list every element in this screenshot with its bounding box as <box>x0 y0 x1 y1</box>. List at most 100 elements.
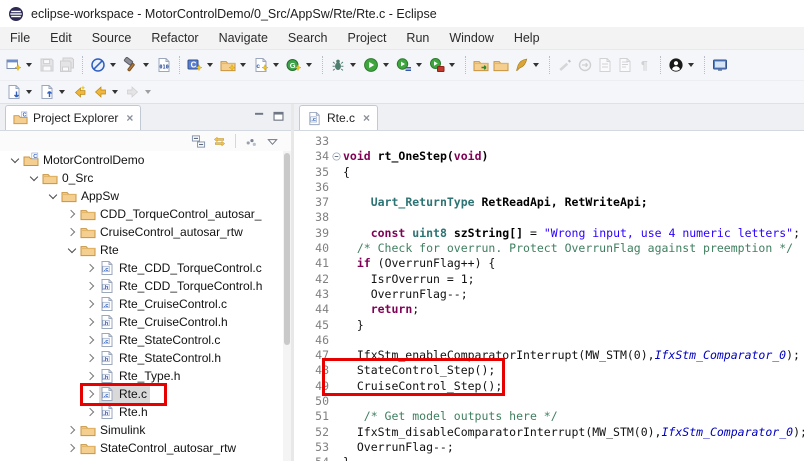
dropdown-arrow-icon[interactable] <box>449 63 455 67</box>
tree-item-rte-h[interactable]: .hRte.h <box>0 403 283 421</box>
code-line-45[interactable]: 45 } <box>294 318 804 333</box>
code-line-54[interactable]: 54} <box>294 455 804 461</box>
user-account-button[interactable] <box>666 53 699 77</box>
tree-item-rte[interactable]: Rte <box>0 241 283 259</box>
maximize-view-button[interactable] <box>272 110 285 123</box>
dropdown-arrow-icon[interactable] <box>112 90 118 94</box>
next-annotation-button[interactable] <box>4 80 37 104</box>
code-line-42[interactable]: 42 IsrOverrun = 1; <box>294 272 804 287</box>
view-filters-button[interactable] <box>243 133 260 150</box>
build-button[interactable] <box>121 53 154 77</box>
tree-item-rte-statecontrol-c[interactable]: .cRte_StateControl.c <box>0 331 283 349</box>
dropdown-arrow-icon[interactable] <box>383 63 389 67</box>
run-button[interactable] <box>361 53 394 77</box>
dropdown-arrow-icon[interactable] <box>207 63 213 67</box>
chevron-down-icon[interactable] <box>9 154 21 166</box>
code-line-34[interactable]: 34void rt_OneStep(void) <box>294 149 804 164</box>
code-line-39[interactable]: 39 const uint8 szString[] = "Wrong input… <box>294 226 804 241</box>
scrollbar-thumb[interactable] <box>284 153 290 345</box>
code-line-35[interactable]: 35{ <box>294 165 804 180</box>
fold-collapse-icon[interactable] <box>329 149 343 164</box>
tree-item-simulink[interactable]: Simulink <box>0 421 283 439</box>
menu-source[interactable]: Source <box>82 28 142 48</box>
code-line-40[interactable]: 40 /* Check for overrun. Protect Overrun… <box>294 241 804 256</box>
chevron-right-icon[interactable] <box>66 226 78 238</box>
code-line-38[interactable]: 38 <box>294 210 804 225</box>
menu-run[interactable]: Run <box>396 28 439 48</box>
code-line-47[interactable]: 47 IfxStm_enableComparatorInterrupt(MW_S… <box>294 348 804 363</box>
tree-item-rte-cruisecontrol-c[interactable]: .cRte_CruiseControl.c <box>0 295 283 313</box>
menu-project[interactable]: Project <box>338 28 397 48</box>
tree-item-cruisecontrol-autosar-rtw[interactable]: CruiseControl_autosar_rtw <box>0 223 283 241</box>
import-project-button[interactable] <box>471 53 491 77</box>
dropdown-arrow-icon[interactable] <box>273 63 279 67</box>
chevron-right-icon[interactable] <box>66 442 78 454</box>
skip-all-breakpoints-button[interactable] <box>88 53 121 77</box>
chevron-down-icon[interactable] <box>66 244 78 256</box>
chevron-down-icon[interactable] <box>28 172 40 184</box>
tree-item-rte-cdd-torquecontrol-c[interactable]: .cRte_CDD_TorqueControl.c <box>0 259 283 277</box>
code-line-33[interactable]: 33 <box>294 134 804 149</box>
code-line-43[interactable]: 43 OverrunFlag--; <box>294 287 804 302</box>
dropdown-arrow-icon[interactable] <box>533 63 539 67</box>
dropdown-arrow-icon[interactable] <box>26 63 32 67</box>
chevron-right-icon[interactable] <box>85 316 97 328</box>
code-line-37[interactable]: 37 Uart_ReturnType RetReadApi, RetWriteA… <box>294 195 804 210</box>
close-editor-icon[interactable]: × <box>363 111 370 125</box>
dropdown-arrow-icon[interactable] <box>26 90 32 94</box>
chevron-right-icon[interactable] <box>66 208 78 220</box>
menu-edit[interactable]: Edit <box>40 28 82 48</box>
menu-window[interactable]: Window <box>439 28 503 48</box>
menu-help[interactable]: Help <box>504 28 550 48</box>
open-console-button[interactable] <box>710 53 730 77</box>
generate-code-button[interactable]: G <box>284 53 317 77</box>
chevron-right-icon[interactable] <box>85 334 97 346</box>
new-c-file-button[interactable]: c <box>251 53 284 77</box>
tree-item-0-src[interactable]: 0_Src <box>0 169 283 187</box>
code-line-51[interactable]: 51 /* Get model outputs here */ <box>294 409 804 424</box>
menu-file[interactable]: File <box>0 28 40 48</box>
build-binary-button[interactable]: 010 <box>154 53 174 77</box>
open-folder-button[interactable] <box>491 53 511 77</box>
dropdown-arrow-icon[interactable] <box>240 63 246 67</box>
menu-search[interactable]: Search <box>278 28 338 48</box>
dropdown-arrow-icon[interactable] <box>688 63 694 67</box>
last-edit-location-button[interactable] <box>70 80 90 104</box>
dropdown-arrow-icon[interactable] <box>110 63 116 67</box>
code-line-52[interactable]: 52 IfxStm_disableComparatorInterrupt(MW_… <box>294 425 804 440</box>
tab-rte-c[interactable]: .c Rte.c × <box>299 105 378 130</box>
open-element-button[interactable] <box>511 53 544 77</box>
dropdown-arrow-icon[interactable] <box>416 63 422 67</box>
chevron-right-icon[interactable] <box>85 262 97 274</box>
chevron-right-icon[interactable] <box>85 370 97 382</box>
chevron-right-icon[interactable] <box>85 388 97 400</box>
back-button[interactable] <box>90 80 123 104</box>
close-view-icon[interactable]: × <box>126 111 133 125</box>
dropdown-arrow-icon[interactable] <box>306 63 312 67</box>
chevron-right-icon[interactable] <box>66 424 78 436</box>
new-wizard-button[interactable] <box>4 53 37 77</box>
code-line-53[interactable]: 53 OverrunFlag--; <box>294 440 804 455</box>
explorer-scrollbar[interactable] <box>283 151 291 461</box>
code-editor[interactable]: 3334void rt_OneStep(void)35{3637 Uart_Re… <box>294 132 804 461</box>
menu-refactor[interactable]: Refactor <box>141 28 208 48</box>
code-line-36[interactable]: 36 <box>294 180 804 195</box>
tree-item-motorcontroldemo[interactable]: CMotorControlDemo <box>0 151 283 169</box>
link-with-editor-button[interactable] <box>211 133 228 150</box>
code-line-49[interactable]: 49 CruiseControl_Step(); <box>294 379 804 394</box>
chevron-right-icon[interactable] <box>85 406 97 418</box>
dropdown-arrow-icon[interactable] <box>59 90 65 94</box>
chevron-down-icon[interactable] <box>47 190 59 202</box>
tree-item-rte-type-h[interactable]: .hRte_Type.h <box>0 367 283 385</box>
code-line-46[interactable]: 46 <box>294 333 804 348</box>
coverage-button[interactable] <box>394 53 427 77</box>
external-tools-button[interactable] <box>427 53 460 77</box>
previous-annotation-button[interactable] <box>37 80 70 104</box>
code-line-41[interactable]: 41 if (OverrunFlag++) { <box>294 256 804 271</box>
view-menu-button[interactable] <box>264 133 281 150</box>
debug-button[interactable] <box>328 53 361 77</box>
dropdown-arrow-icon[interactable] <box>350 63 356 67</box>
code-line-50[interactable]: 50 <box>294 394 804 409</box>
menu-navigate[interactable]: Navigate <box>209 28 278 48</box>
tree-item-rte-c[interactable]: .cRte.c <box>0 385 283 403</box>
